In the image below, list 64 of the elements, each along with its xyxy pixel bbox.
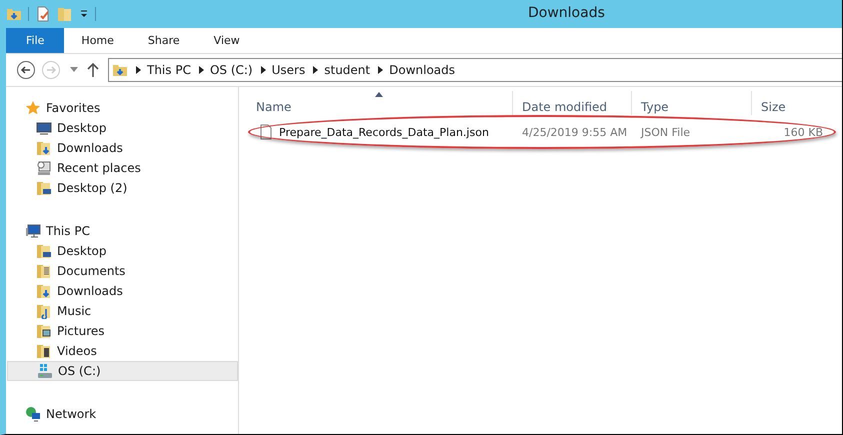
window-title: Downloads [528,5,605,21]
drive-icon [37,363,53,379]
recent-places-icon [36,160,52,176]
nav-item[interactable]: Desktop [6,118,238,138]
nav-group-label: Network [46,406,96,420]
ribbon-tab[interactable]: Share [130,28,197,53]
nav-item[interactable]: Music [6,301,238,321]
monitor-icon [36,120,52,136]
folder-icon [36,243,52,259]
breadcrumb[interactable]: This PC [147,63,191,77]
folder-icon [36,263,52,279]
folder-download-icon[interactable] [6,6,22,22]
star-icon [25,100,41,116]
nav-group-label: This PC [46,224,90,238]
nav-item[interactable]: Downloads [6,138,238,158]
up-arrow-icon[interactable] [87,62,99,78]
nav-item[interactable]: Videos [6,341,238,361]
nav-group[interactable]: Network [6,403,238,424]
folder-icon [36,283,52,299]
ribbon-tab[interactable]: View [196,28,257,53]
folder-icon [36,140,52,156]
nav-item[interactable]: Documents [6,261,238,281]
column-header[interactable]: Type [632,91,752,115]
folder-icon [36,323,52,339]
nav-item[interactable]: OS (C:) [7,361,238,381]
table-cell-text: 4/25/2019 9:55 AM [521,126,628,138]
ribbon-tab[interactable]: File [6,28,64,53]
breadcrumb[interactable]: OS (C:) [210,63,253,77]
folder-icon [36,303,52,319]
back-icon[interactable] [16,60,36,80]
column-header[interactable]: Name [247,91,513,115]
properties-icon[interactable] [35,6,51,22]
address-bar[interactable]: This PC OS (C:) Users student Downloads [108,58,842,82]
folder-download-icon [112,62,128,78]
nav-item[interactable]: Recent places [6,158,238,178]
nav-group-label: Favorites [46,100,100,114]
file-icon [258,124,274,140]
recent-dropdown-icon[interactable] [70,67,78,73]
nav-item[interactable]: Pictures [6,321,238,341]
computer-icon [25,222,41,238]
table-cell-text: JSON File [640,126,692,138]
breadcrumb[interactable]: Users [272,63,306,77]
nav-group[interactable]: Favorites [6,97,238,118]
breadcrumb[interactable]: student [324,63,370,77]
chevron-icon[interactable] [378,66,384,74]
file-name[interactable]: Prepare_Data_Records_Data_Plan.json [279,126,489,138]
chevron-icon[interactable] [313,66,318,74]
breadcrumb[interactable]: Downloads [389,63,456,77]
sort-up-icon [375,92,383,97]
folder-icon [36,180,52,196]
chevron-icon[interactable] [260,66,266,74]
column-header[interactable]: Date modified [513,91,632,115]
nav-item[interactable]: Downloads [6,281,238,301]
column-header[interactable]: Size [752,91,827,115]
nav-item[interactable]: Desktop (2) [6,178,238,198]
chevron-icon[interactable] [198,66,204,74]
chevron-icon[interactable] [136,66,141,74]
nav-group[interactable]: This PC [6,220,238,241]
folder-icon [36,343,52,359]
table-cell-text: 160 KB [782,126,824,138]
nav-item[interactable]: Desktop [6,241,238,261]
network-icon [25,406,41,422]
ribbon-tab[interactable]: Home [64,28,131,53]
dropdown-icon[interactable] [79,9,89,19]
